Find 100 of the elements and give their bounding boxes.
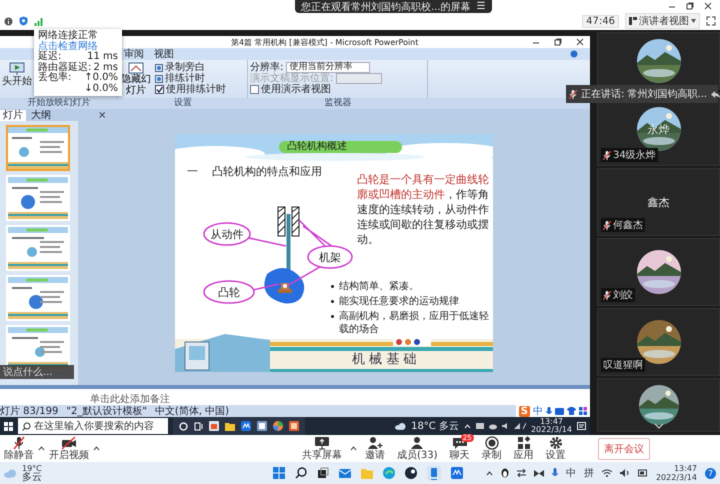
toolbar-button[interactable]: 开启视频 [49,436,89,461]
slide-thumbnail[interactable] [6,275,70,321]
restore-icon[interactable] [554,38,562,46]
keyboard-icon [555,408,564,414]
toolbar-button[interactable]: 共享屏幕 [302,436,342,461]
taskbar-clock[interactable]: 13:47 2022/3/14 [656,464,697,482]
help-icon[interactable] [570,50,578,58]
search-icon[interactable] [295,467,307,479]
projector-icon [9,62,25,76]
circle-icon[interactable] [179,422,188,430]
participant-tile[interactable]: 鑫杰 何鑫杰 [597,168,720,236]
task-view-icon[interactable] [194,422,203,430]
chevron-down-icon[interactable] [654,423,664,429]
check-icon [156,86,163,93]
colorful-app-icon[interactable] [273,421,283,431]
group-label: 开始放映幻灯片 [26,98,92,109]
input-method-indicator[interactable]: 拼 [584,466,594,480]
volume-icon[interactable] [620,469,630,477]
participant-tile[interactable] [597,32,720,90]
folder-icon[interactable] [225,422,235,430]
participant-name: 34级永烨 [601,148,658,162]
mail-icon[interactable] [339,467,351,479]
transfer-icon[interactable] [516,469,526,477]
chevron-up-icon[interactable] [486,470,493,476]
ribbon-button[interactable]: 录制旁白 [155,62,226,73]
menu-icon[interactable]: ☰ [476,1,486,12]
weather-widget[interactable]: 19°C 多云 [22,464,42,482]
resolution-dropdown[interactable]: 使用当前分辨率 [286,62,370,73]
slide-heading: 一 凸轮机构的特点和应用 [187,164,322,179]
participant-name: 刘皎 [601,288,635,302]
slide-thumbnail[interactable] [6,175,70,221]
from-beginning-label[interactable]: 头开始 [2,76,32,87]
ribbon-tab[interactable]: 审阅 [122,48,146,60]
input-method-indicator[interactable]: 中 [566,466,576,480]
callout-label: 机架 [307,245,353,269]
close-icon[interactable] [576,38,584,46]
record-icon [484,436,499,450]
bullet-icon [331,300,334,303]
ime-toolbar[interactable]: S 中 [516,404,590,418]
stat-value: ↓0.0% [84,84,118,94]
slide-thumbnail[interactable] [6,125,70,171]
slides-app-icon[interactable] [289,421,299,431]
rehearse-checkbox[interactable]: 使用排练计时 [155,84,226,95]
chevron-up-icon[interactable] [38,446,45,451]
participant-tile[interactable] [597,378,720,432]
notes-placeholder[interactable]: 单击此处添加备注 [90,394,170,405]
shirt-icon [567,407,576,415]
toolbar-button[interactable]: 设置 [546,436,566,461]
battery-icon[interactable] [638,469,648,477]
bowtie-icon[interactable] [534,470,544,476]
slide-thumbnail[interactable] [6,225,70,271]
close-icon[interactable] [704,2,712,10]
pane-tab[interactable]: 灯片 [0,110,26,120]
view-mode-dropdown[interactable]: 演讲者视图 [625,13,700,29]
mic-icon[interactable] [552,468,558,478]
restore-icon[interactable] [686,2,694,10]
notification-badge[interactable]: 7 [705,468,716,478]
presenter-view-checkbox[interactable]: 使用演示者视图 [250,84,382,95]
participant-tile[interactable]: 刘皎 [597,238,720,306]
store-icon[interactable] [209,421,219,431]
windows-logo-icon[interactable] [4,422,13,430]
ribbon-button[interactable]: 排练计时 [155,73,226,84]
phone-app-icon[interactable] [427,466,441,480]
window-title: 第4篇 常用机构 [兼容模式] - Microsoft PowerPoint [231,36,418,48]
ribbon-tab[interactable]: 视图 [152,48,176,60]
app-icon[interactable] [241,421,251,431]
taskbar-clock[interactable]: 13:47 2022/3/14 [530,418,572,434]
ime-mode[interactable]: 中 [533,404,543,418]
toolbar-button[interactable]: 邀请 [365,436,385,461]
status-text: 中文(简体, 中国) [154,404,230,418]
mic-icon [546,406,552,416]
fullscreen-icon[interactable] [706,16,716,26]
participant-name: 叹道猩啊 [601,358,645,372]
signal-icon[interactable] [34,16,43,26]
close-icon[interactable]: × [98,110,106,120]
stat-value: 11 ms [87,52,118,62]
toolbar-button[interactable]: 除静音 [4,436,34,461]
mic-off-icon [603,220,611,230]
participant-tile[interactable]: 叹道猩啊 [597,308,720,376]
leave-meeting-button[interactable]: 离开会议 [598,438,650,460]
toolbar-button[interactable]: 应用 [514,436,534,461]
check-network-link[interactable]: 点击检查网络 [38,42,118,52]
browser-icon[interactable] [383,467,395,479]
pane-tab[interactable]: 大纲 [28,110,54,120]
wifi-icon[interactable] [602,469,612,477]
penguin-icon[interactable] [500,468,509,478]
chevron-up-icon[interactable] [93,446,100,451]
toolbar-button[interactable]: 成员(33) [397,436,438,461]
taskbar-search-field[interactable]: 在这里输入你要搜索的内容 [18,418,168,434]
slideshow-controls-icon[interactable] [393,338,431,346]
app-icon[interactable] [451,467,463,479]
notification-icon[interactable] [577,422,586,430]
task-view-icon[interactable] [317,467,329,479]
toolbar-button[interactable]: 录制 [482,436,502,461]
chat-input[interactable]: 说点什么... [0,365,74,379]
chevron-up-icon[interactable] [350,446,357,451]
info-icon[interactable] [4,16,13,26]
reply-icon[interactable] [711,90,720,98]
document-icon[interactable] [257,421,267,431]
shield-icon[interactable] [19,16,28,26]
